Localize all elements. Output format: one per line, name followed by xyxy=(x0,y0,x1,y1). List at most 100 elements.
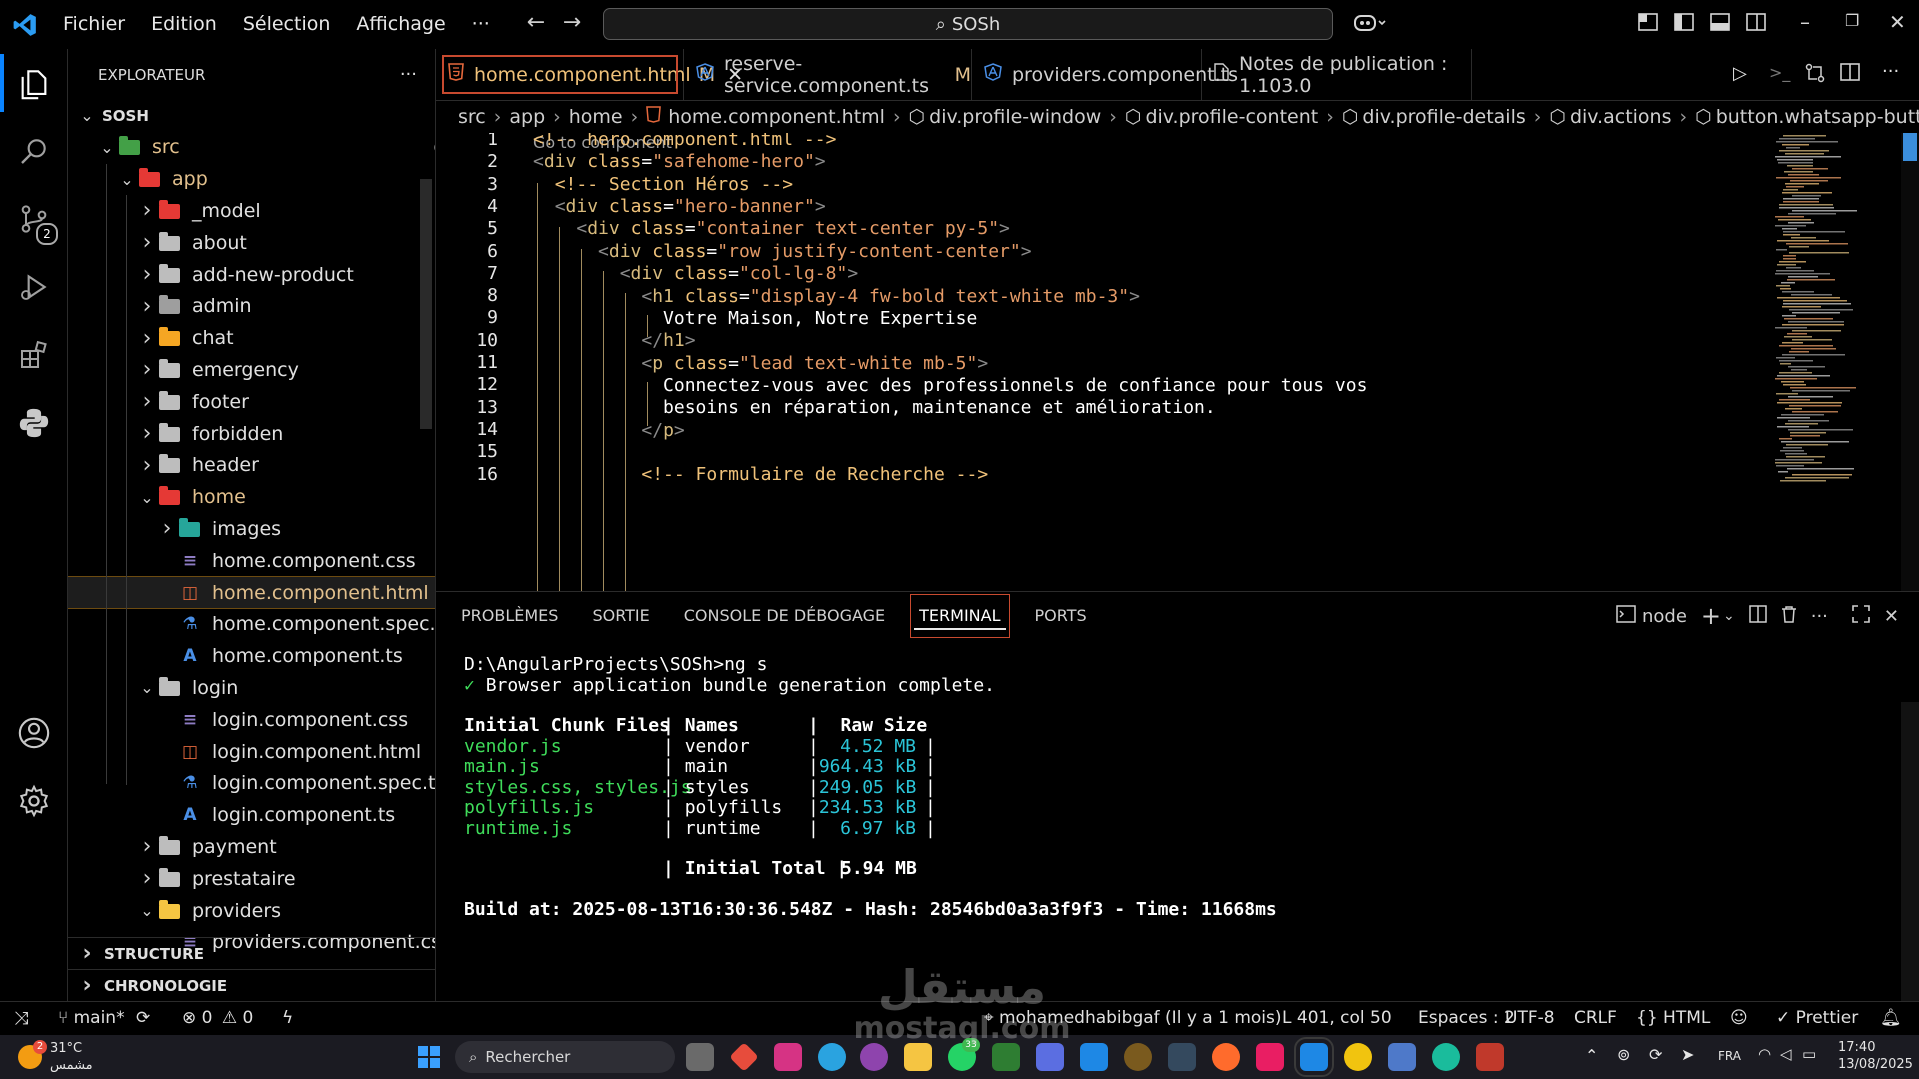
breadcrumb-whatsapp-button[interactable]: button.whatsapp-button xyxy=(1716,106,1919,128)
breadcrumb-home[interactable]: home xyxy=(569,106,623,128)
editor-scrollbar-thumb[interactable] xyxy=(1903,133,1917,161)
split-terminal-icon[interactable] xyxy=(1748,604,1767,628)
vscode-taskbar-icon[interactable] xyxy=(1294,1037,1334,1077)
chevron-down-icon[interactable]: ⌄ xyxy=(1723,608,1735,624)
toggle-secondary-sidebar-icon[interactable] xyxy=(1746,12,1766,37)
problems-indicator[interactable]: ⊗ 0 ⚠ 0 xyxy=(182,1002,253,1035)
cursor-position[interactable]: L 401, col 50 xyxy=(1282,1002,1392,1035)
tab-home-component-html[interactable]: home.component.html M ✕ xyxy=(436,49,743,100)
tree-item-forbidden[interactable]: › forbidden xyxy=(68,418,435,449)
minimap[interactable] xyxy=(1773,133,1893,591)
panel-tab-output[interactable]: SORTIE xyxy=(575,592,666,640)
wifi-icon[interactable]: ◠ xyxy=(1758,1045,1771,1063)
tree-item-login-component-ts[interactable]: Alogin.component.ts xyxy=(68,800,435,831)
tree-item-home-component-ts[interactable]: Ahome.component.ts xyxy=(68,641,435,672)
tree-item-login[interactable]: ⌄ login xyxy=(68,672,435,703)
tree-item-chat[interactable]: › chat xyxy=(68,323,435,354)
breadcrumb-profile-content[interactable]: div.profile-content xyxy=(1145,106,1318,128)
tray-chevron-up-icon[interactable]: ⌃ xyxy=(1585,1046,1598,1065)
compare-changes-icon[interactable] xyxy=(1804,62,1826,88)
minimize-icon[interactable]: – xyxy=(1800,10,1810,34)
terminal-scrollbar[interactable] xyxy=(1901,702,1919,1002)
tree-item-header[interactable]: › header xyxy=(68,450,435,481)
volume-icon[interactable]: ◁ xyxy=(1780,1045,1792,1063)
tree-item-home-component-html[interactable]: ◫home.component.htmlM xyxy=(68,576,435,609)
forward-arrow-icon[interactable]: → xyxy=(554,10,590,35)
tab-release-notes[interactable]: Notes de publication : 1.103.0 xyxy=(1202,49,1472,100)
close-window-icon[interactable]: ✕ xyxy=(1889,10,1906,34)
breadcrumb-profile-window[interactable]: div.profile-window xyxy=(929,106,1101,128)
tree-item-about[interactable]: › about xyxy=(68,227,435,258)
lightning-icon[interactable]: ϟ xyxy=(282,1002,293,1035)
keyboard-language[interactable]: FRA xyxy=(1718,1049,1741,1063)
tree-item-payment[interactable]: › payment xyxy=(68,831,435,862)
store-icon[interactable] xyxy=(774,1043,802,1071)
toggle-panel-icon[interactable] xyxy=(1710,12,1730,37)
search-icon[interactable] xyxy=(0,117,68,185)
split-editor-icon[interactable] xyxy=(1840,62,1860,86)
restore-icon[interactable]: ❐ xyxy=(1845,11,1859,30)
breadcrumb-file[interactable]: home.component.html xyxy=(668,106,885,128)
app-red-diamond-icon[interactable] xyxy=(729,1042,759,1072)
tree-item-emergency[interactable]: › emergency xyxy=(68,354,435,385)
menu-more[interactable]: ··· xyxy=(459,0,503,49)
panel-tab-terminal[interactable]: TERMINAL xyxy=(902,592,1017,640)
git-branch[interactable]: ⑂ main* ⟳ xyxy=(58,1002,150,1035)
tree-item-login-component-html[interactable]: ◫ login.component.html xyxy=(68,736,435,767)
breadcrumb-actions[interactable]: div.actions xyxy=(1570,106,1672,128)
clock-time[interactable]: 17:40 xyxy=(1838,1040,1875,1055)
section-chronologie[interactable]: › CHRONOLOGIE xyxy=(68,969,435,1001)
language-mode[interactable]: {} HTML xyxy=(1636,1002,1710,1035)
visual-studio-icon[interactable] xyxy=(1168,1043,1196,1071)
back-arrow-icon[interactable]: ← xyxy=(518,10,554,35)
postman-icon[interactable] xyxy=(1212,1043,1240,1071)
remote-icon[interactable]: ⤨ xyxy=(14,1002,28,1035)
tray-send-icon[interactable]: ➤ xyxy=(1681,1045,1694,1064)
tree-item-footer[interactable]: › footer xyxy=(68,386,435,417)
explorer-scrollbar-thumb[interactable] xyxy=(420,179,432,429)
windows-start-icon[interactable] xyxy=(418,1046,440,1072)
toggle-primary-sidebar-icon[interactable] xyxy=(1674,12,1694,37)
notepad-icon[interactable] xyxy=(1388,1043,1416,1071)
ide-app-icon[interactable] xyxy=(1080,1043,1108,1071)
editor-more-actions-icon[interactable]: ··· xyxy=(1882,61,1899,82)
notifications-bell-icon[interactable]: 🔔︎ xyxy=(1880,1002,1902,1035)
tree-item-login-component-css[interactable]: ≡ login.component.css xyxy=(68,704,435,735)
breadcrumb-profile-details[interactable]: div.profile-details xyxy=(1362,106,1525,128)
encoding[interactable]: UTF-8 xyxy=(1505,1002,1555,1035)
task-view-icon[interactable] xyxy=(686,1043,714,1071)
run-icon[interactable]: ▷ xyxy=(1733,63,1747,84)
panel-more-icon[interactable]: ··· xyxy=(1811,606,1828,627)
app-brown-icon[interactable] xyxy=(1124,1043,1152,1071)
tree-item-providers[interactable]: ⌄ providers xyxy=(68,895,435,926)
chrome-profile-icon[interactable] xyxy=(1432,1043,1460,1071)
tab-reserve-service-component-ts[interactable]: reserve-service.component.ts M xyxy=(684,49,972,100)
menu-selection[interactable]: Sélection xyxy=(230,0,344,49)
app-red-icon[interactable] xyxy=(1476,1043,1504,1071)
tree-item-login-component-spec-ts[interactable]: ⚗ login.component.spec.ts xyxy=(68,768,435,799)
panel-tab-debug-console[interactable]: CONSOLE DE DÉBOGAGE xyxy=(667,592,902,640)
explorer-root[interactable]: ⌄ SOSH xyxy=(68,100,435,131)
tree-item-home[interactable]: ⌄ home xyxy=(68,482,435,513)
copilot-icon[interactable] xyxy=(1353,12,1387,39)
trash-icon[interactable] xyxy=(1781,605,1797,628)
terminal[interactable]: D:\AngularProjects\SOSh>ng s ✓ Browser a… xyxy=(436,640,1919,1002)
tree-item-home-component-css[interactable]: ≡ home.component.css xyxy=(68,545,435,576)
prettier-status[interactable]: ✓ Prettier xyxy=(1776,1002,1858,1035)
command-center-search[interactable]: ⌕ SOSh xyxy=(603,8,1333,40)
python-icon[interactable] xyxy=(0,389,68,457)
accounts-icon[interactable] xyxy=(0,699,68,767)
menu-affichage[interactable]: Affichage xyxy=(343,0,458,49)
tree-item-images[interactable]: › images xyxy=(68,513,435,544)
panel-tab-problems[interactable]: PROBLÈMES xyxy=(444,592,575,640)
maximize-panel-icon[interactable] xyxy=(1852,604,1870,628)
tree-item-home-component-spec-ts[interactable]: ⚗ home.component.spec.ts xyxy=(68,609,435,640)
source-control-icon[interactable]: 2 xyxy=(0,185,68,253)
taskbar-search[interactable]: ⌕ Rechercher xyxy=(455,1041,675,1073)
breadcrumb-app[interactable]: app xyxy=(509,106,545,128)
battery-icon[interactable]: ▭ xyxy=(1802,1045,1816,1063)
tree-item-app[interactable]: ⌄ app xyxy=(68,164,435,195)
close-panel-icon[interactable]: ✕ xyxy=(1884,606,1899,627)
explorer-icon[interactable] xyxy=(0,50,68,118)
menu-edition[interactable]: Edition xyxy=(138,0,230,49)
